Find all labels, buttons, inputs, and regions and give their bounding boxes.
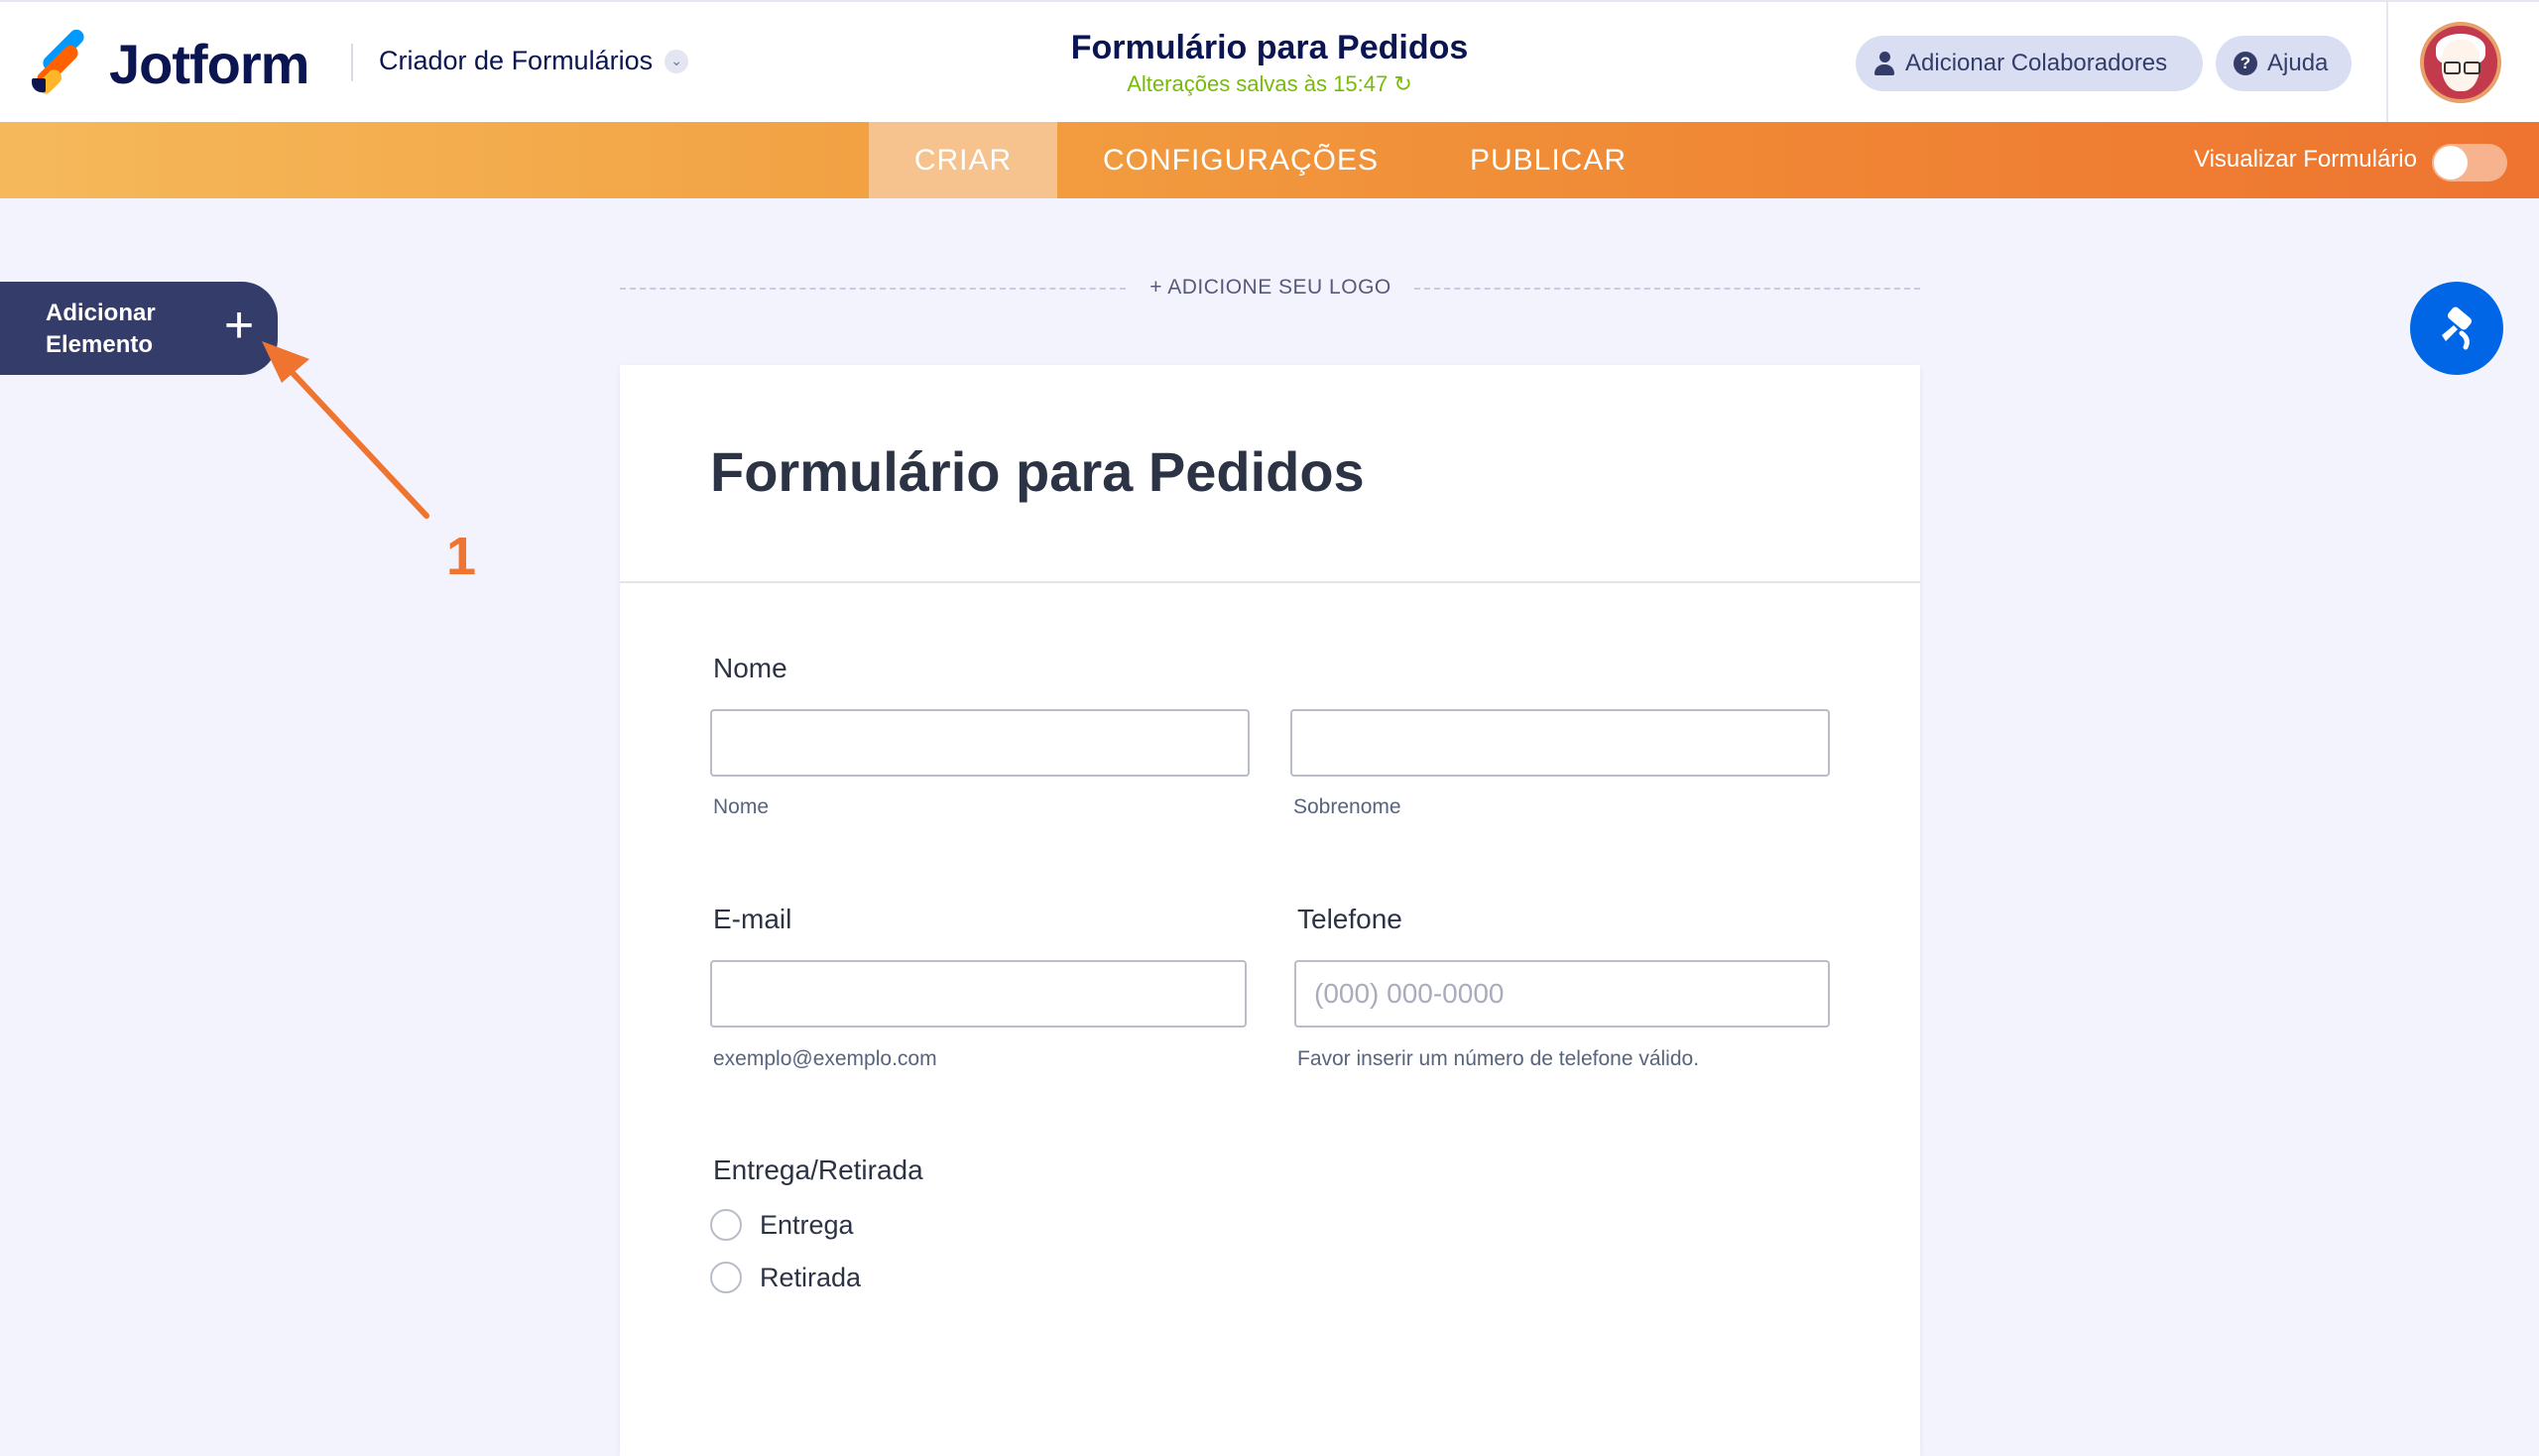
logo-divider-right	[1414, 288, 1920, 290]
saved-status-text: Alterações salvas às 15:47	[1127, 71, 1389, 96]
radio-option-retirada[interactable]: Retirada	[710, 1262, 861, 1293]
top-bar: Jotform Criador de Formulários ⌄ Formulá…	[0, 0, 2539, 124]
add-element-button[interactable]: Adicionar Elemento +	[0, 282, 278, 375]
tab-publicar[interactable]: PUBLICAR	[1424, 122, 1672, 198]
phone-input[interactable]	[1294, 960, 1830, 1028]
avatar[interactable]	[2420, 22, 2501, 103]
radio-button[interactable]	[710, 1262, 742, 1293]
preview-label: Visualizar Formulário	[2194, 146, 2417, 173]
builder-nav: CRIAR CONFIGURAÇÕES PUBLICAR Visualizar …	[0, 122, 2539, 198]
radio-label: Retirada	[760, 1262, 862, 1292]
annotation-arrow	[262, 341, 429, 519]
person-icon	[1874, 52, 1895, 75]
radio-button[interactable]	[710, 1209, 742, 1241]
radio-label: Entrega	[760, 1209, 854, 1240]
help-label: Ajuda	[2267, 50, 2329, 76]
tab-configuracoes[interactable]: CONFIGURAÇÕES	[1057, 122, 1424, 198]
last-name-input[interactable]	[1290, 709, 1830, 777]
add-collaborators-label: Adicionar Colaboradores	[1905, 50, 2168, 76]
paint-roller-icon	[2442, 306, 2473, 350]
add-collaborators-button[interactable]: Adicionar Colaboradores	[1856, 36, 2203, 91]
avatar-divider	[2386, 2, 2388, 124]
email-label: E-mail	[713, 904, 792, 934]
delivery-label: Entrega/Retirada	[713, 1154, 923, 1185]
help-button[interactable]: ? Ajuda	[2216, 36, 2352, 91]
email-input[interactable]	[710, 960, 1247, 1028]
question-icon: ?	[2234, 52, 2257, 75]
heading-separator	[620, 581, 1920, 583]
toggle-knob	[2434, 146, 2468, 180]
radio-option-entrega[interactable]: Entrega	[710, 1209, 854, 1241]
add-element-label: Adicionar Elemento	[46, 300, 156, 358]
preview-toggle[interactable]	[2432, 144, 2507, 182]
email-sublabel: exemplo@exemplo.com	[713, 1047, 937, 1070]
add-logo-button[interactable]: + ADICIONE SEU LOGO	[1127, 276, 1414, 300]
last-name-sublabel: Sobrenome	[1293, 795, 1401, 818]
form-designer-button[interactable]	[2410, 282, 2503, 375]
phone-sublabel: Favor inserir um número de telefone váli…	[1297, 1047, 1700, 1070]
first-name-input[interactable]	[710, 709, 1250, 777]
form-card: Formulário para Pedidos Nome Nome Sobren…	[620, 365, 1920, 1456]
annotation-number: 1	[446, 527, 477, 586]
form-heading[interactable]: Formulário para Pedidos	[710, 439, 1365, 504]
refresh-icon: ↻	[1393, 71, 1412, 96]
tab-criar[interactable]: CRIAR	[869, 122, 1057, 198]
name-label: Nome	[713, 653, 787, 683]
first-name-sublabel: Nome	[713, 795, 770, 818]
phone-label: Telefone	[1297, 904, 1402, 934]
logo-divider-left	[620, 288, 1126, 290]
